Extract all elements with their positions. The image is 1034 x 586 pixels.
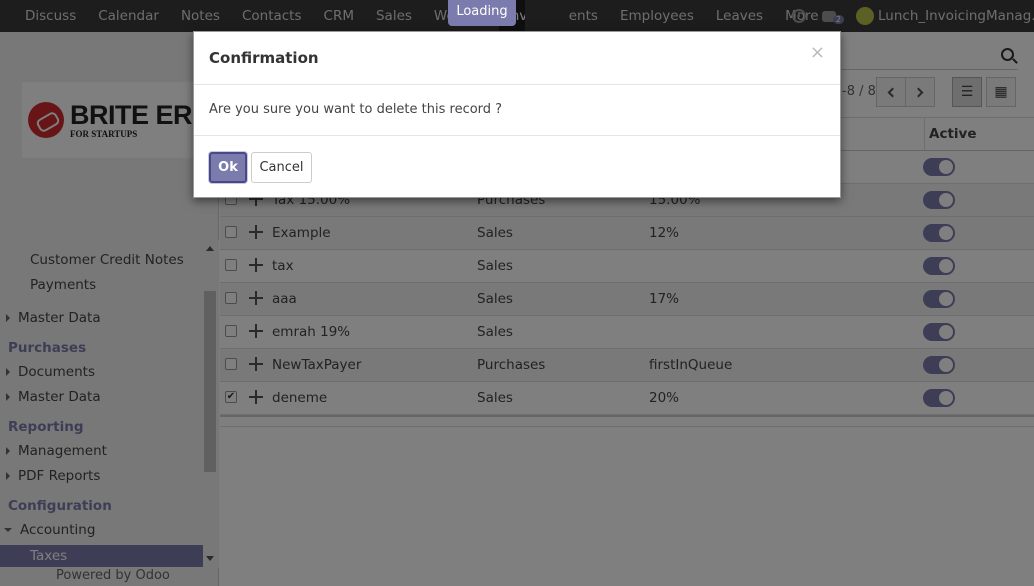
close-icon[interactable]: × (810, 44, 825, 62)
dialog-footer: Ok Cancel (194, 136, 840, 198)
dialog-message: Are you sure you want to delete this rec… (209, 102, 503, 117)
confirmation-dialog: Confirmation × Are you sure you want to … (193, 31, 841, 198)
ok-button[interactable]: Ok (209, 152, 247, 183)
dialog-body: Are you sure you want to delete this rec… (194, 85, 840, 136)
dialog-header: Confirmation × (194, 32, 840, 85)
cancel-button[interactable]: Cancel (251, 152, 312, 183)
loading-indicator: Loading (448, 0, 516, 26)
dialog-title: Confirmation (209, 49, 319, 67)
